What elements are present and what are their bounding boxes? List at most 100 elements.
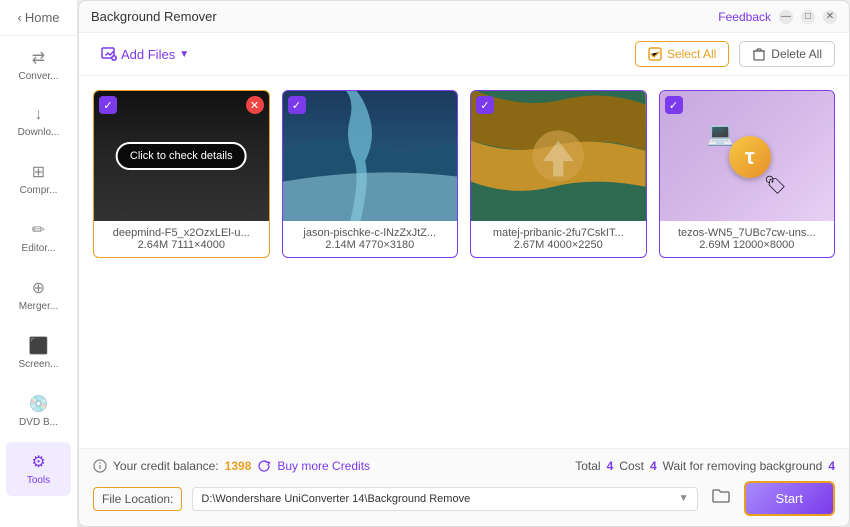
remove-button-0[interactable]: ✕ <box>246 96 264 114</box>
image-card-0[interactable]: ✓ ✕ Click to check details deepmind-F5_x… <box>93 90 270 258</box>
window-close-button[interactable]: ✕ <box>823 10 837 24</box>
credit-value: 1398 <box>225 459 252 473</box>
folder-icon <box>712 488 730 504</box>
image-preview-1: ✓ <box>283 91 458 221</box>
dvd-icon: 💿 <box>29 394 49 414</box>
toolbar-right: Select All Delete All <box>635 41 835 67</box>
dialog-title: Background Remover <box>91 9 217 24</box>
image-info-1: jason-pischke-c-lNzZxJtZ... 2.14M 4770×3… <box>283 221 458 257</box>
path-dropdown-arrow[interactable]: ▼ <box>679 493 689 504</box>
add-files-icon <box>101 46 117 62</box>
image-preview-2: ✓ <box>471 91 646 221</box>
sidebar-back-button[interactable]: ‹ Home <box>0 0 77 36</box>
bottom-stats: Your credit balance: 1398 Buy more Credi… <box>93 459 835 473</box>
image-name-0: deepmind-F5_x2OzxLEl-u... <box>113 227 250 239</box>
sidebar-item-merger[interactable]: ⊕ Merger... <box>6 268 71 322</box>
cost-label: Cost <box>619 459 644 473</box>
select-all-button[interactable]: Select All <box>635 41 729 67</box>
dialog-bottom: Your credit balance: 1398 Buy more Credi… <box>79 448 849 526</box>
total-value: 4 <box>607 459 614 473</box>
sidebar-screen-label: Screen... <box>18 359 58 370</box>
merger-icon: ⊕ <box>32 278 45 298</box>
sidebar-item-download[interactable]: ↓ Downlo... <box>6 96 71 148</box>
dialog-titlebar: Background Remover Feedback — □ ✕ <box>79 1 849 33</box>
sidebar-editor-label: Editor... <box>22 243 56 254</box>
aerial-svg <box>471 91 646 221</box>
select-all-checkbox-icon <box>648 47 662 61</box>
image-size-1: 2.14M <box>325 239 356 251</box>
file-path-display: D:\Wondershare UniConverter 14\Backgroun… <box>192 487 697 511</box>
wait-value: 4 <box>828 459 835 473</box>
tools-icon: ⚙ <box>31 452 45 472</box>
cost-value: 4 <box>650 459 657 473</box>
image-dims-2: 4000×2250 <box>547 239 602 251</box>
delete-icon <box>752 47 766 61</box>
sidebar: ‹ Home ⇄ Conver... ↓ Downlo... ⊞ Compr..… <box>0 0 78 527</box>
start-button[interactable]: Start <box>744 481 835 516</box>
image-size-0: 2.64M <box>138 239 169 251</box>
image-info-0: deepmind-F5_x2OzxLEl-u... 2.64M 7111×400… <box>94 221 269 257</box>
image-name-1: jason-pischke-c-lNzZxJtZ... <box>303 227 436 239</box>
sidebar-item-dvd[interactable]: 💿 DVD B... <box>6 384 71 438</box>
sidebar-compress-label: Compr... <box>20 185 58 196</box>
delete-all-button[interactable]: Delete All <box>739 41 835 67</box>
image-dims-3: 12000×8000 <box>733 239 794 251</box>
image-card-3[interactable]: ✓ 💻 τ 🏷 tezos-WN5_7UBc7cw-uns... <box>659 90 836 258</box>
sidebar-home-label: Home <box>25 10 60 25</box>
sidebar-convert-label: Conver... <box>18 71 58 82</box>
image-card-2[interactable]: ✓ matej-pribanic-2fu7CskIT... 2.67M 4000… <box>470 90 647 258</box>
window-maximize-button[interactable]: □ <box>801 10 815 24</box>
sidebar-tools-label: Tools <box>27 475 50 486</box>
image-size-3: 2.69M <box>699 239 730 251</box>
bottom-file-row: File Location: D:\Wondershare UniConvert… <box>93 481 835 516</box>
credit-label: Your credit balance: <box>113 459 219 473</box>
compress-icon: ⊞ <box>32 162 45 182</box>
dialog-controls: Feedback — □ ✕ <box>718 10 837 24</box>
waterfall-svg <box>283 91 458 221</box>
dropdown-arrow-icon: ▼ <box>179 49 189 60</box>
background-remover-dialog: Background Remover Feedback — □ ✕ Add Fi… <box>78 0 850 527</box>
image-name-3: tezos-WN5_7UBc7cw-uns... <box>678 227 816 239</box>
browse-folder-button[interactable] <box>708 488 734 509</box>
sidebar-item-tools[interactable]: ⚙ Tools <box>6 442 71 496</box>
add-files-button[interactable]: Add Files ▼ <box>93 42 197 66</box>
image-info-3: tezos-WN5_7UBc7cw-uns... 2.69M 12000×800… <box>660 221 835 257</box>
refresh-icon <box>257 459 271 473</box>
image-name-2: matej-pribanic-2fu7CskIT... <box>493 227 624 239</box>
sidebar-item-convert[interactable]: ⇄ Conver... <box>6 38 71 92</box>
download-icon: ↓ <box>35 106 43 124</box>
dialog-toolbar: Add Files ▼ Select All <box>79 33 849 76</box>
main-content: Background Remover Feedback — □ ✕ Add Fi… <box>78 0 850 527</box>
stats-right: Total 4 Cost 4 Wait for removing backgro… <box>575 459 835 473</box>
editor-icon: ✏ <box>32 220 45 240</box>
total-label: Total <box>575 459 600 473</box>
file-location-label: File Location: <box>93 487 182 511</box>
info-icon <box>93 459 107 473</box>
selected-check-2: ✓ <box>476 96 494 114</box>
crypto-scene: 💻 τ 🏷 <box>660 91 835 221</box>
file-path-text: D:\Wondershare UniConverter 14\Backgroun… <box>201 493 678 505</box>
sidebar-download-label: Downlo... <box>18 127 60 138</box>
sidebar-item-screen[interactable]: ⬛ Screen... <box>6 326 71 380</box>
feedback-link[interactable]: Feedback <box>718 10 771 24</box>
screen-icon: ⬛ <box>29 336 49 356</box>
sidebar-dvd-label: DVD B... <box>19 417 58 428</box>
click-details-button[interactable]: Click to check details <box>116 142 247 170</box>
sidebar-item-compress[interactable]: ⊞ Compr... <box>6 152 71 206</box>
image-size-2: 2.67M <box>514 239 545 251</box>
sidebar-merger-label: Merger... <box>19 301 58 312</box>
image-preview-0: ✓ ✕ Click to check details <box>94 91 269 221</box>
window-minimize-button[interactable]: — <box>779 10 793 24</box>
convert-icon: ⇄ <box>32 48 45 68</box>
wait-label: Wait for removing background <box>663 459 823 473</box>
sidebar-item-editor[interactable]: ✏ Editor... <box>6 210 71 264</box>
selected-check-0: ✓ <box>99 96 117 114</box>
image-preview-3: ✓ 💻 τ 🏷 <box>660 91 835 221</box>
image-grid: ✓ ✕ Click to check details deepmind-F5_x… <box>79 76 849 448</box>
image-info-2: matej-pribanic-2fu7CskIT... 2.67M 4000×2… <box>471 221 646 257</box>
image-card-1[interactable]: ✓ <box>282 90 459 258</box>
buy-more-link[interactable]: Buy more Credits <box>277 459 370 473</box>
image-dims-1: 4770×3180 <box>359 239 414 251</box>
selected-check-1: ✓ <box>288 96 306 114</box>
image-dims-0: 7111×4000 <box>171 239 225 251</box>
